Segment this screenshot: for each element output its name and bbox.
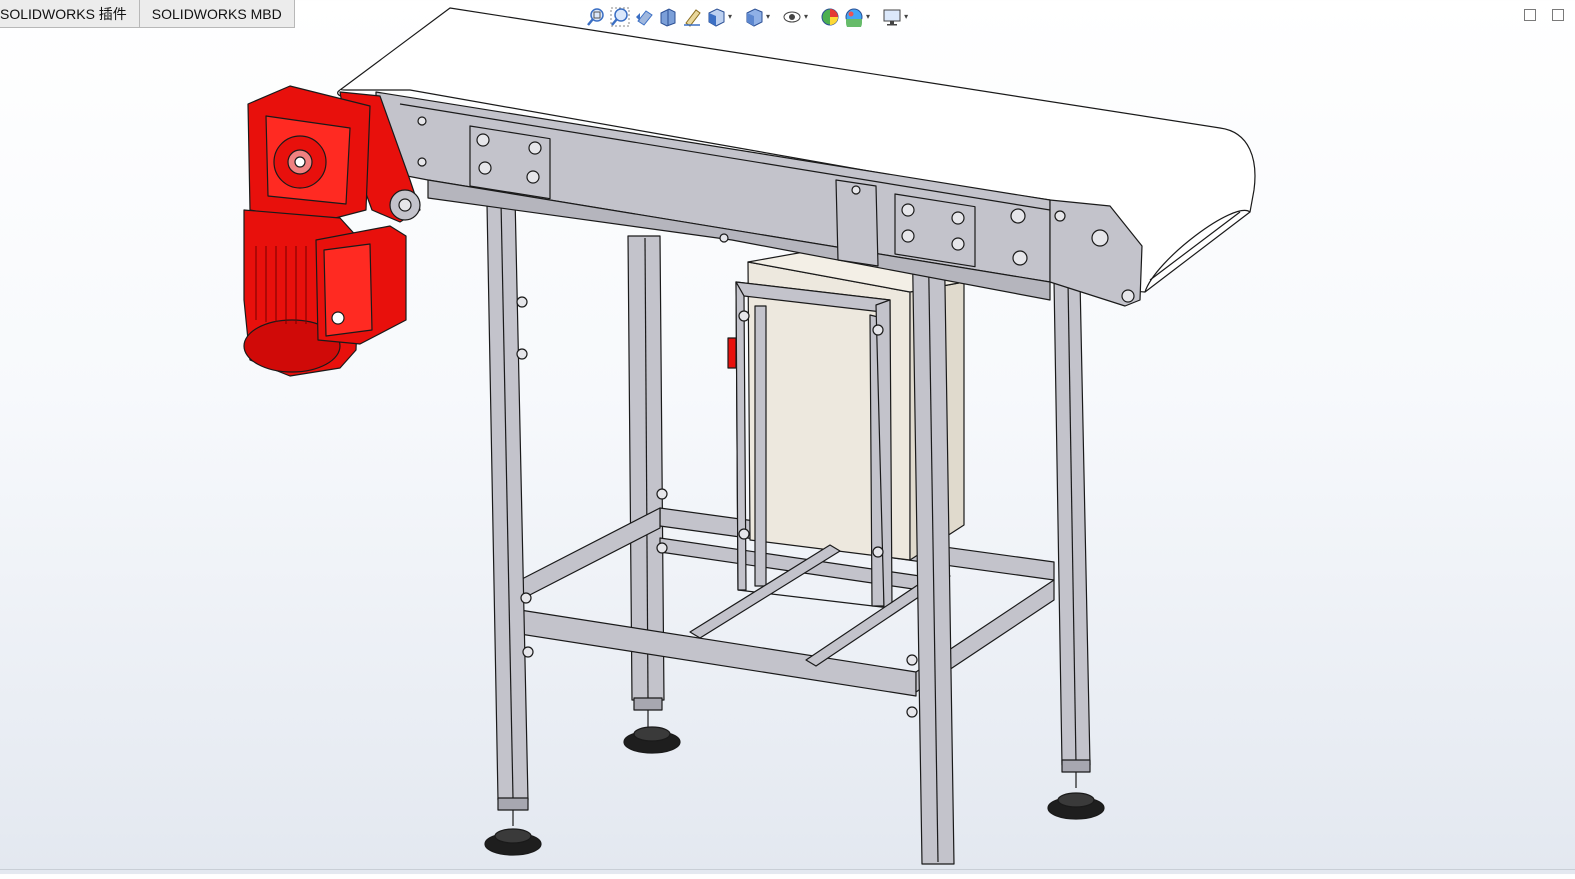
tab-solidworks-mbd[interactable]: SOLIDWORKS MBD <box>139 0 295 28</box>
zoom-to-fit-icon <box>587 8 604 26</box>
display-style-button[interactable]: ▾ <box>744 7 770 27</box>
zoom-to-area-icon <box>610 7 630 27</box>
view-orientation-icon <box>708 8 725 27</box>
previous-view-button[interactable] <box>634 7 654 27</box>
display-style-icon <box>746 8 763 27</box>
chevron-down-icon: ▾ <box>804 12 809 21</box>
restore-viewport-icon[interactable] <box>1524 9 1536 21</box>
chevron-down-icon: ▾ <box>866 12 871 21</box>
maximize-viewport-icon[interactable] <box>1552 9 1564 21</box>
dynamic-annotation-icon <box>684 9 701 27</box>
chevron-down-icon: ▾ <box>728 12 733 21</box>
apply-scene-icon <box>845 8 863 27</box>
previous-view-icon <box>636 10 653 26</box>
graphics-viewport[interactable] <box>0 0 1575 874</box>
hide-show-items-button[interactable]: ▾ <box>782 7 808 27</box>
zoom-to-area-button[interactable] <box>610 7 630 27</box>
view-settings-button[interactable]: ▾ <box>882 7 908 27</box>
edit-appearance-button[interactable] <box>820 7 840 27</box>
heads-up-view-toolbar: ▾ ▾ ▾ ▾ ▾ <box>586 5 908 29</box>
command-manager-tabs: SOLIDWORKS 插件 SOLIDWORKS MBD <box>0 0 295 29</box>
front-leg-left <box>485 137 529 826</box>
chevron-down-icon: ▾ <box>766 12 771 21</box>
dynamic-annotation-button[interactable] <box>682 7 702 27</box>
zoom-to-fit-button[interactable] <box>586 7 606 27</box>
conveyor-model[interactable] <box>0 0 1575 874</box>
section-view-button[interactable] <box>658 7 678 27</box>
cabinet-switch <box>727 337 737 369</box>
tab-solidworks-addins[interactable]: SOLIDWORKS 插件 <box>0 0 140 28</box>
edit-appearance-icon <box>821 8 839 26</box>
back-leg-right <box>1053 279 1091 788</box>
leveling-feet <box>484 726 1105 856</box>
hide-show-items-icon <box>783 11 801 23</box>
chevron-down-icon: ▾ <box>904 12 909 21</box>
view-settings-icon <box>883 9 901 26</box>
view-orientation-button[interactable]: ▾ <box>706 7 732 27</box>
apply-scene-button[interactable]: ▾ <box>844 7 870 27</box>
section-view-icon <box>660 8 676 27</box>
